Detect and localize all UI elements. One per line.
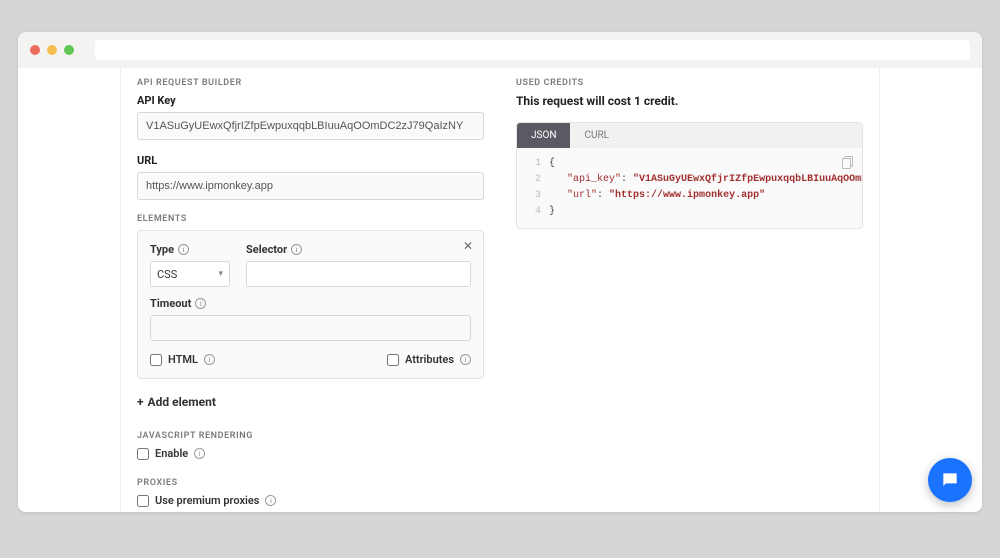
left-column: API REQUEST BUILDER API Key URL ELEMENTS… [121,68,500,512]
address-bar[interactable] [95,40,970,60]
section-title-elements: ELEMENTS [137,214,484,224]
selector-label: Selector i [246,243,471,256]
titlebar [18,32,982,68]
info-icon[interactable]: i [194,448,205,459]
info-icon[interactable]: i [178,244,189,255]
enable-js-checkbox-row[interactable]: Enable i [137,447,484,460]
section-title-proxies: PROXIES [137,478,484,488]
attributes-checkbox[interactable] [387,354,399,366]
html-checkbox[interactable] [150,354,162,366]
type-label: Type i [150,243,230,256]
enable-js-checkbox[interactable] [137,448,149,460]
chat-icon [940,470,960,490]
window-close-icon[interactable] [30,45,40,55]
info-icon[interactable]: i [291,244,302,255]
type-select[interactable]: CSS ▾ [150,261,230,287]
tab-json[interactable]: JSON [517,123,570,148]
timeout-label: Timeout i [150,297,471,310]
code-tabs: JSON CURL [517,123,862,148]
url-label: URL [137,154,484,167]
url-input[interactable] [137,172,484,200]
plus-icon: + [137,395,144,409]
browser-window: API REQUEST BUILDER API Key URL ELEMENTS… [18,32,982,512]
info-icon[interactable]: i [204,354,215,365]
html-checkbox-row[interactable]: HTML i [150,353,215,366]
premium-proxies-checkbox-row[interactable]: Use premium proxies i [137,494,484,507]
section-title-credits: USED CREDITS [516,78,863,88]
code-body: 1{ 2 "api_key": "V1ASuGyUEwxQfjrIZfpEwpu… [517,148,862,228]
section-title-builder: API REQUEST BUILDER [137,78,484,88]
selector-input[interactable] [246,261,471,287]
element-config-card: ✕ Type i CSS ▾ [137,230,484,379]
chevron-down-icon: ▾ [218,269,223,279]
window-min-icon[interactable] [47,45,57,55]
timeout-input[interactable] [150,315,471,341]
section-title-js: JAVASCRIPT RENDERING [137,431,484,441]
chat-fab-button[interactable] [928,458,972,502]
attributes-checkbox-row[interactable]: Attributes i [387,353,471,366]
premium-proxies-checkbox[interactable] [137,495,149,507]
page-content: API REQUEST BUILDER API Key URL ELEMENTS… [18,68,982,512]
info-icon[interactable]: i [195,298,206,309]
window-max-icon[interactable] [64,45,74,55]
add-element-button[interactable]: + Add element [137,391,484,413]
right-column: USED CREDITS This request will cost 1 cr… [500,68,879,512]
info-icon[interactable]: i [460,354,471,365]
close-icon[interactable]: ✕ [463,239,473,253]
credits-text: This request will cost 1 credit. [516,94,863,108]
api-key-label: API Key [137,94,484,107]
code-panel: JSON CURL 1{ 2 "api_key": "V1ASuGyUEwxQf… [516,122,863,229]
tab-curl[interactable]: CURL [570,123,623,148]
info-icon[interactable]: i [265,495,276,506]
copy-icon[interactable] [842,156,854,177]
api-key-input[interactable] [137,112,484,140]
